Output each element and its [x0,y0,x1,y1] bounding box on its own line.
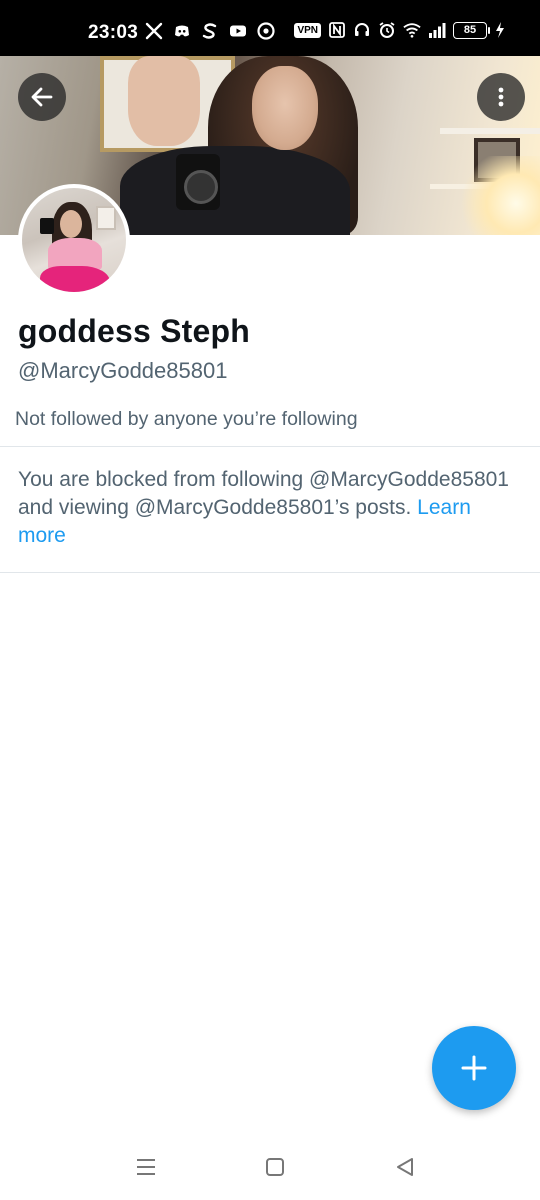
discord-icon [175,25,189,37]
compose-button[interactable] [432,1026,516,1110]
nav-home-button[interactable] [262,1154,288,1180]
s-app-icon [202,23,217,39]
x-app-icon [145,22,163,40]
signal-icon [429,23,446,38]
battery-icon: 85 [453,21,490,39]
arrow-left-icon [31,87,53,107]
alarm-icon [379,22,395,38]
home-square-icon [266,1158,284,1176]
back-triangle-icon [397,1158,413,1176]
user-handle: @MarcyGodde85801 [18,358,228,383]
nav-back-button[interactable] [392,1154,418,1180]
charging-icon [496,22,504,38]
banner-person-torso [120,146,350,235]
avatar[interactable] [18,184,130,296]
avatar-bg-frame [96,206,116,230]
divider [0,572,540,573]
banner-person-face [252,66,318,150]
blocked-message: You are blocked from following @MarcyGod… [18,466,518,550]
status-right-icons: VPN 85 [294,21,506,39]
more-vertical-icon [498,87,504,107]
banner-person-hand [128,56,200,146]
avatar-pants [40,266,110,292]
divider [0,446,540,447]
chrome-icon [257,22,275,40]
avatar-face [60,210,82,238]
status-bar: 23:03 VPN 85 [0,0,540,56]
banner-shelf [440,128,540,134]
vpn-badge: VPN [294,22,321,38]
nav-menu-button[interactable] [133,1154,159,1180]
status-time: 23:03 [88,22,139,43]
wifi-icon [403,23,421,38]
youtube-icon [230,25,246,37]
status-left-icons [145,22,275,40]
nfc-icon [329,22,345,38]
menu-icon [137,1159,155,1175]
banner-lamp-glow [460,156,540,235]
plus-icon [461,1055,487,1081]
followed-by-text: Not followed by anyone you’re following [15,408,358,430]
headphones-icon [355,23,369,36]
back-button[interactable] [18,73,66,121]
display-name: goddess Steph [18,313,250,349]
banner-camera [176,154,220,210]
avatar-camera [40,218,54,234]
more-options-button[interactable] [477,73,525,121]
